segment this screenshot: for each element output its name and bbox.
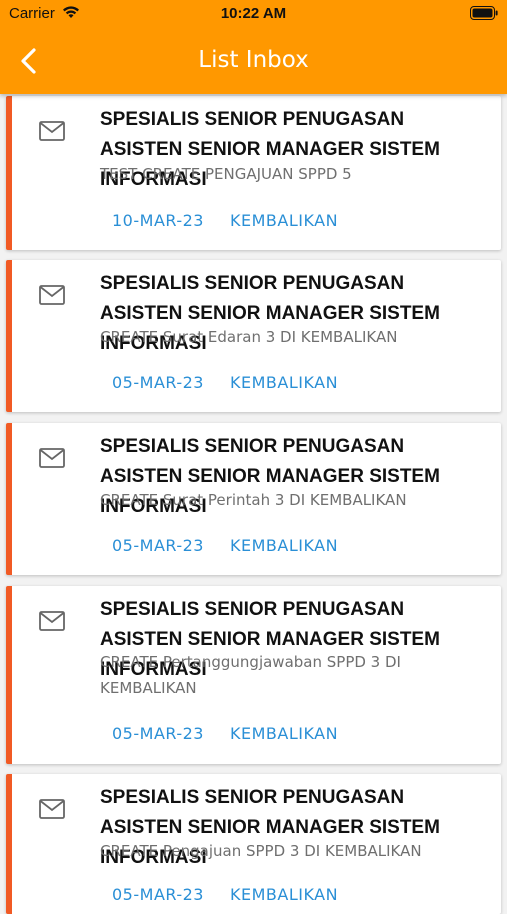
mail-icon [39,121,65,141]
subject-text: CREATE Surat Edaran 3 DI KEMBALIKAN [100,328,398,346]
date-label: 10-MAR-23 [112,211,204,230]
status-link[interactable]: KEMBALIKAN [230,373,338,392]
status-link[interactable]: KEMBALIKAN [230,724,338,743]
item-meta: 05-MAR-23 KEMBALIKAN [112,373,338,392]
inbox-item[interactable]: SPESIALIS SENIOR PENUGASAN ASISTEN SENIO… [6,423,501,575]
subject-text: CREATE Pengajuan SPPD 3 DI KEMBALIKAN [100,842,422,860]
mail-icon [39,611,65,631]
inbox-item[interactable]: SPESIALIS SENIOR PENUGASAN ASISTEN SENIO… [6,586,501,764]
date-label: 05-MAR-23 [112,885,204,904]
status-link[interactable]: KEMBALIKAN [230,536,338,555]
mail-icon [39,285,65,305]
page-title: List Inbox [198,47,309,73]
app-header: Carrier 10:22 AM List Inbox [0,0,507,94]
inbox-item[interactable]: SPESIALIS SENIOR PENUGASAN ASISTEN SENIO… [6,260,501,412]
subject-text: CREATE Surat Perintah 3 DI KEMBALIKAN [100,491,407,509]
date-label: 05-MAR-23 [112,724,204,743]
nav-bar: List Inbox [0,38,507,82]
battery-icon [470,6,498,24]
mail-icon [39,448,65,468]
status-link[interactable]: KEMBALIKAN [230,885,338,904]
inbox-item[interactable]: SPESIALIS SENIOR PENUGASAN ASISTEN SENIO… [6,774,501,914]
date-label: 05-MAR-23 [112,536,204,555]
item-meta: 05-MAR-23 KEMBALIKAN [112,885,338,904]
status-link[interactable]: KEMBALIKAN [230,211,338,230]
date-label: 05-MAR-23 [112,373,204,392]
item-meta: 10-MAR-23 KEMBALIKAN [112,211,338,230]
clock: 10:22 AM [220,5,287,22]
inbox-item[interactable]: SPESIALIS SENIOR PENUGASAN ASISTEN SENIO… [6,96,501,250]
mail-icon [39,799,65,819]
subject-text: TEST CREATE PENGAJUAN SPPD 5 [100,165,352,183]
item-meta: 05-MAR-23 KEMBALIKAN [112,724,338,743]
status-bar: Carrier 10:22 AM [0,0,507,28]
subject-text: CREATE Pertanggungjawaban SPPD 3 DI KEMB… [100,653,401,697]
item-meta: 05-MAR-23 KEMBALIKAN [112,536,338,555]
